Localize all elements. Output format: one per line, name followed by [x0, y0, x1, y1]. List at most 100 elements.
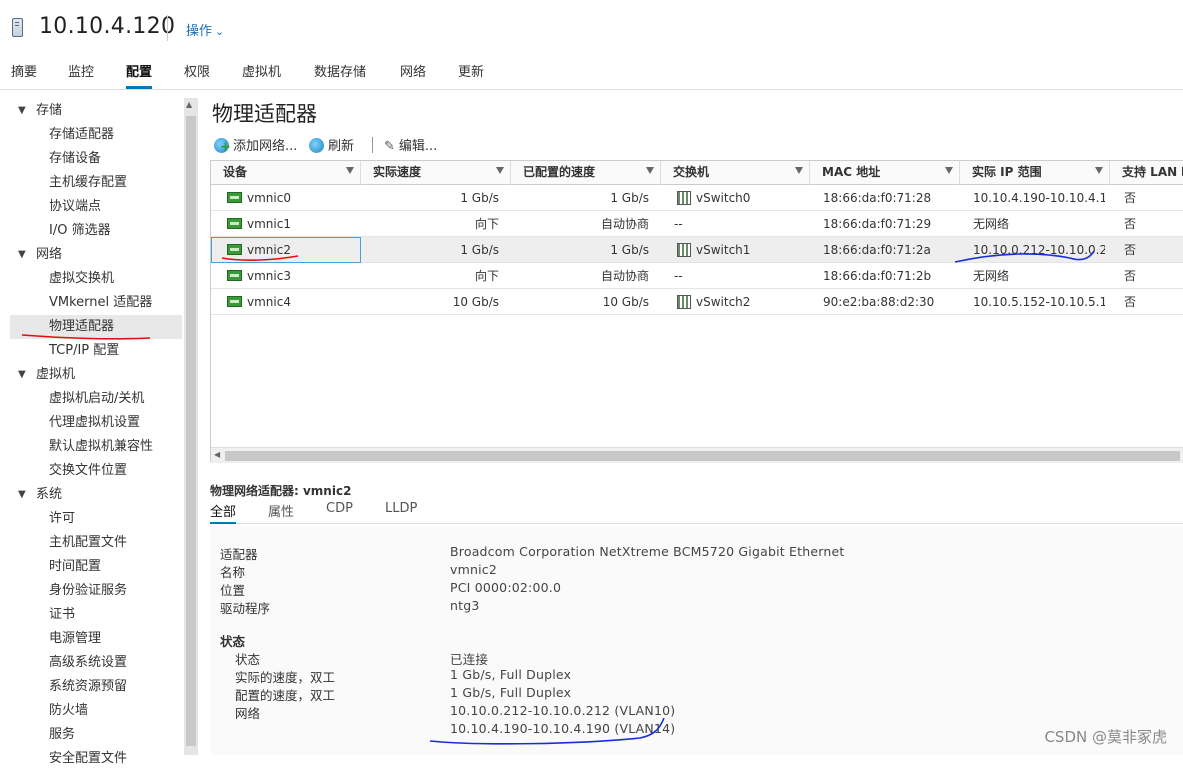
configured-speed-cell: 自动协商: [511, 263, 649, 289]
tab-vms[interactable]: 虚拟机: [242, 61, 281, 89]
filter-icon[interactable]: [1095, 167, 1103, 174]
add-network-button[interactable]: 添加网络...: [214, 135, 297, 154]
sidebar-item-licensing[interactable]: 许可: [10, 507, 182, 531]
column-header-switch[interactable]: 交换机: [661, 161, 810, 185]
page-title: 物理适配器: [212, 98, 317, 128]
sidebar-item-resource-reservation[interactable]: 系统资源预留: [10, 675, 182, 699]
status-value-configured-speed: 1 Gb/s, Full Duplex: [450, 685, 571, 700]
sidebar-item-label: 系统资源预留: [49, 679, 127, 694]
sidebar-item-storage-adapters[interactable]: 存储适配器: [10, 123, 182, 147]
sidebar-item-vm-startup[interactable]: 虚拟机启动/关机: [10, 387, 182, 411]
tab-cdp[interactable]: CDP: [326, 501, 353, 524]
table-row-selected[interactable]: vmnic2 1 Gb/s 1 Gb/s vSwitch1 18:66:da:f…: [211, 237, 1183, 263]
wol-cell: 否: [1124, 211, 1136, 237]
detail-panel: 适配器 Broadcom Corporation NetXtreme BCM57…: [210, 526, 1183, 755]
caret-down-icon: ▼: [18, 99, 26, 123]
column-header-wol[interactable]: 支持 LAN 唤醒: [1110, 161, 1183, 185]
sidebar-item-protocol-endpoints[interactable]: 协议端点: [10, 195, 182, 219]
tab-updates[interactable]: 更新: [458, 61, 484, 89]
edit-button[interactable]: ✎编辑...: [384, 135, 437, 154]
sidebar-item-host-cache[interactable]: 主机缓存配置: [10, 171, 182, 195]
switch-icon: [677, 191, 691, 205]
sidebar-item-services[interactable]: 服务: [10, 723, 182, 747]
column-header-device[interactable]: 设备: [211, 161, 361, 185]
switch-icon: [677, 243, 691, 257]
table-row[interactable]: vmnic1 向下 自动协商 -- 18:66:da:f0:71:29 无网络 …: [211, 211, 1183, 237]
refresh-button[interactable]: 刷新: [309, 135, 354, 154]
sidebar-scrollbar[interactable]: ▲: [184, 98, 198, 755]
actions-menu-button[interactable]: 操作⌄: [186, 20, 224, 39]
column-header-label: 已配置的速度: [523, 165, 595, 179]
sidebar-item-power-mgmt[interactable]: 电源管理: [10, 627, 182, 651]
actual-speed-cell: 1 Gb/s: [361, 185, 499, 211]
filter-icon[interactable]: [945, 167, 953, 174]
status-label-network: 网络: [235, 703, 260, 722]
sidebar-item-advanced-settings[interactable]: 高级系统设置: [10, 651, 182, 675]
sidebar-group-vms[interactable]: ▼虚拟机: [10, 363, 182, 387]
filter-icon[interactable]: [346, 167, 354, 174]
sidebar-item-security-profile[interactable]: 安全配置文件: [10, 747, 182, 771]
ip-range-cell: 10.10.4.190-10.10.4.190: [973, 185, 1105, 211]
table-row[interactable]: vmnic4 10 Gb/s 10 Gb/s vSwitch2 90:e2:ba…: [211, 289, 1183, 315]
sidebar-item-label: 存储设备: [49, 151, 101, 166]
tab-properties[interactable]: 属性: [268, 501, 294, 524]
mac-cell: 90:e2:ba:88:d2:30: [823, 289, 934, 315]
sidebar-item-virtual-switches[interactable]: 虚拟交换机: [10, 267, 182, 291]
sidebar-item-vmkernel-adapters[interactable]: VMkernel 适配器: [10, 291, 182, 315]
sidebar-item-label: I/O 筛选器: [49, 223, 111, 238]
table-row[interactable]: vmnic3 向下 自动协商 -- 18:66:da:f0:71:2b 无网络 …: [211, 263, 1183, 289]
sidebar-item-physical-adapters[interactable]: 物理适配器: [10, 315, 182, 339]
tab-datastores[interactable]: 数据存储: [314, 61, 366, 89]
tab-lldp[interactable]: LLDP: [385, 501, 417, 524]
tab-all[interactable]: 全部: [210, 501, 236, 524]
tab-networks[interactable]: 网络: [400, 61, 426, 89]
main-tabs: 摘要 监控 配置 权限 虚拟机 数据存储 网络 更新: [0, 56, 1183, 90]
filter-icon[interactable]: [496, 167, 504, 174]
tab-permissions[interactable]: 权限: [184, 61, 210, 89]
sidebar-group-system[interactable]: ▼系统: [10, 483, 182, 507]
sidebar-item-firewall[interactable]: 防火墙: [10, 699, 182, 723]
sidebar-item-label: 安全配置文件: [49, 751, 127, 766]
sidebar-group-networking[interactable]: ▼网络: [10, 243, 182, 267]
grid-horizontal-scrollbar[interactable]: ◀: [211, 447, 1183, 463]
filter-icon[interactable]: [646, 167, 654, 174]
actual-speed-cell: 1 Gb/s: [361, 237, 499, 263]
sidebar-item-host-profile[interactable]: 主机配置文件: [10, 531, 182, 555]
tab-summary[interactable]: 摘要: [11, 61, 37, 89]
wol-cell: 否: [1124, 263, 1136, 289]
column-header-ip-range[interactable]: 实际 IP 范围: [960, 161, 1110, 185]
column-header-actual-speed[interactable]: 实际速度: [361, 161, 511, 185]
actual-speed-cell: 10 Gb/s: [361, 289, 499, 315]
ip-range-cell: 无网络: [973, 211, 1105, 237]
tab-configure[interactable]: 配置: [126, 61, 152, 89]
sidebar-item-auth-services[interactable]: 身份验证服务: [10, 579, 182, 603]
scroll-left-icon[interactable]: ◀: [214, 450, 220, 459]
scroll-up-icon[interactable]: ▲: [186, 100, 192, 109]
nic-icon: [227, 296, 242, 307]
detail-tabs: 全部 属性 CDP LLDP: [210, 498, 1183, 524]
sidebar-item-tcpip-config[interactable]: TCP/IP 配置: [10, 339, 182, 363]
status-value-network: 10.10.0.212-10.10.0.212 (VLAN10): [450, 703, 675, 718]
tab-monitor[interactable]: 监控: [68, 61, 94, 89]
column-header-mac[interactable]: MAC 地址: [810, 161, 960, 185]
wol-cell: 否: [1124, 289, 1136, 315]
sidebar-item-certificate[interactable]: 证书: [10, 603, 182, 627]
sidebar-item-label: 存储适配器: [49, 127, 114, 142]
filter-icon[interactable]: [795, 167, 803, 174]
column-header-configured-speed[interactable]: 已配置的速度: [511, 161, 661, 185]
mac-cell: 18:66:da:f0:71:2b: [823, 263, 931, 289]
edit-label: 编辑...: [399, 139, 437, 154]
sidebar-item-io-filters[interactable]: I/O 筛选器: [10, 219, 182, 243]
sidebar-item-vm-compat[interactable]: 默认虚拟机兼容性: [10, 435, 182, 459]
column-header-label: 实际 IP 范围: [972, 165, 1042, 179]
sidebar-item-swap-location[interactable]: 交换文件位置: [10, 459, 182, 483]
sidebar-item-time-config[interactable]: 时间配置: [10, 555, 182, 579]
sidebar-group-storage[interactable]: ▼存储: [10, 99, 182, 123]
status-value-state: 已连接: [450, 649, 488, 668]
caret-down-icon: ▼: [18, 363, 26, 387]
grid-scroll-thumb[interactable]: [225, 451, 1180, 461]
sidebar-item-agent-vm[interactable]: 代理虚拟机设置: [10, 411, 182, 435]
sidebar-scroll-thumb[interactable]: [186, 116, 196, 746]
sidebar-item-storage-devices[interactable]: 存储设备: [10, 147, 182, 171]
table-row[interactable]: vmnic0 1 Gb/s 1 Gb/s vSwitch0 18:66:da:f…: [211, 185, 1183, 211]
